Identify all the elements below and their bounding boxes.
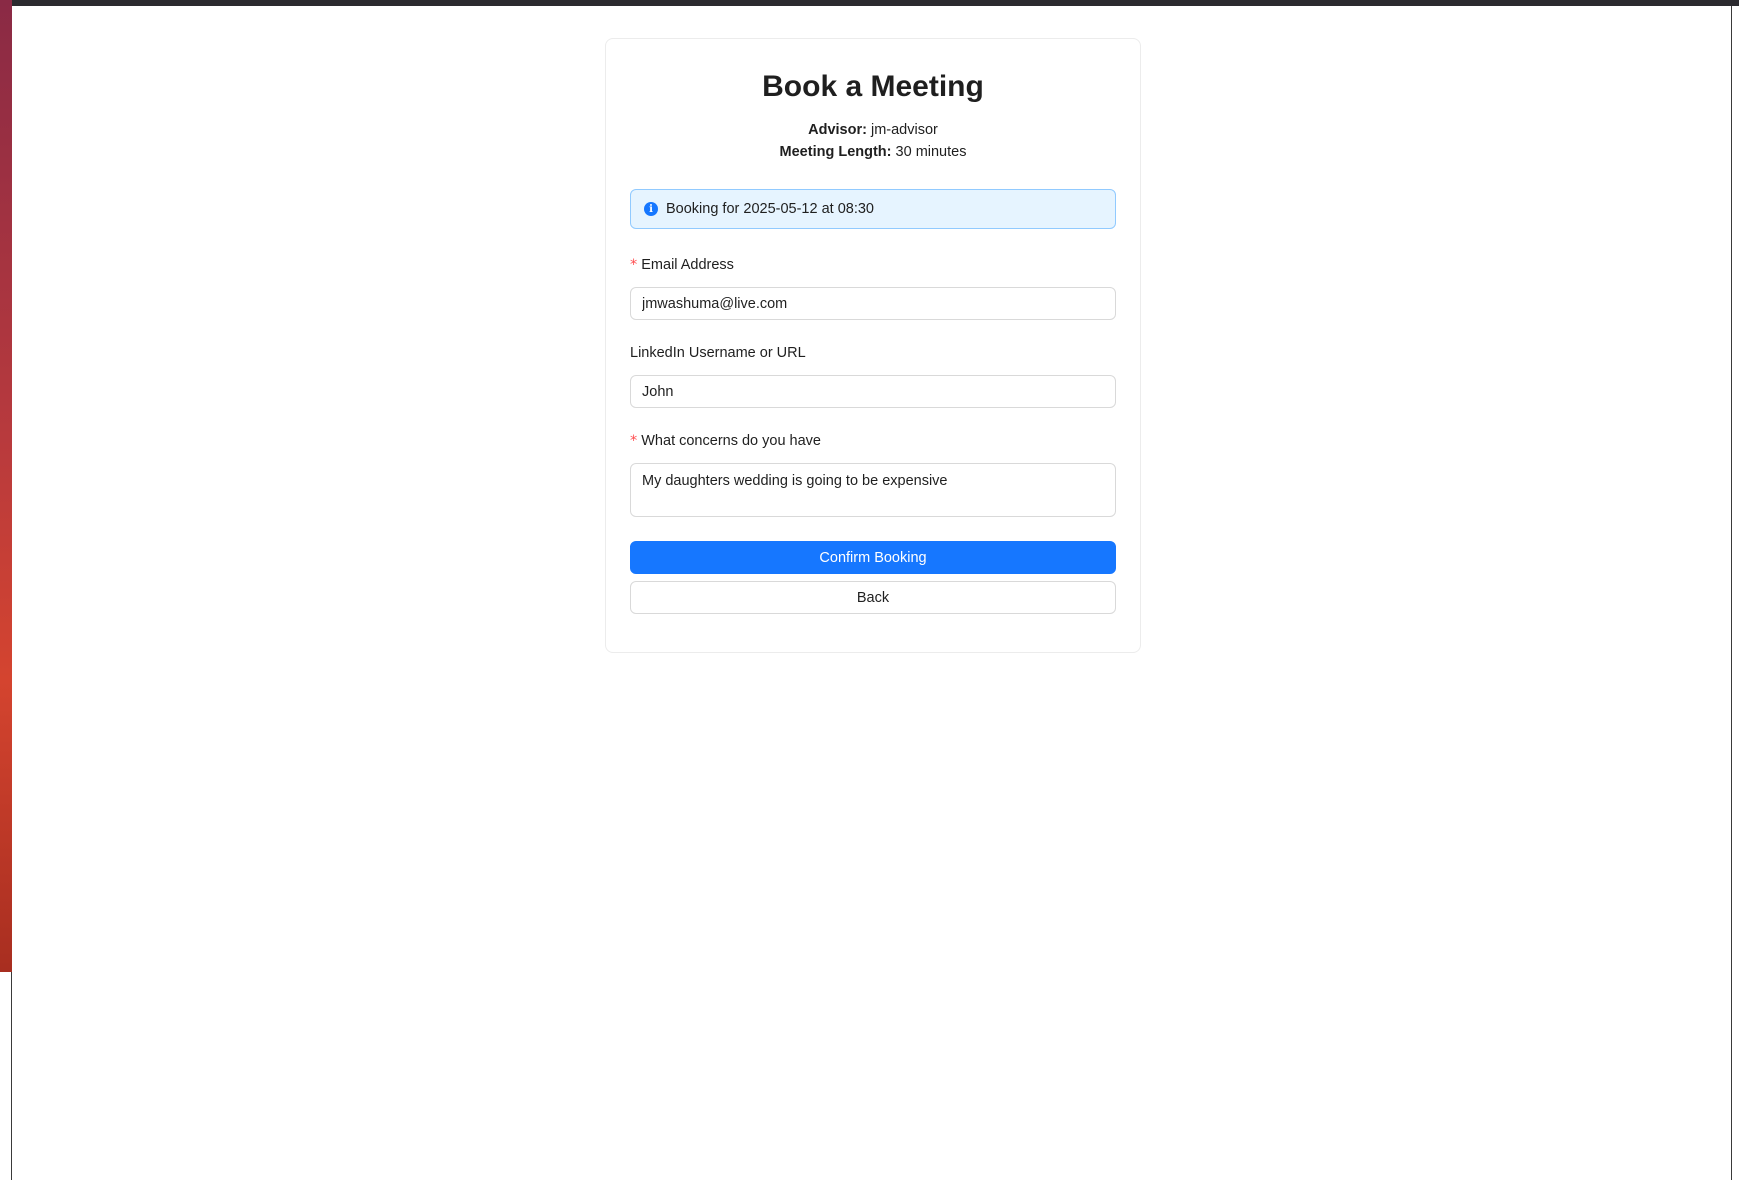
page-title: Book a Meeting <box>762 70 984 103</box>
advisor-label: Advisor: <box>808 122 867 138</box>
info-icon: i <box>644 202 658 216</box>
meeting-length-label: Meeting Length: <box>779 144 892 160</box>
window-right-border <box>1731 6 1732 1180</box>
required-mark: * <box>630 433 638 449</box>
desktop-edge-lower <box>0 972 12 1180</box>
meeting-length-line: Meeting Length: 30 minutes <box>630 141 1116 163</box>
email-field[interactable] <box>630 287 1116 320</box>
booking-info-alert: i Booking for 2025-05-12 at 08:30 <box>630 189 1116 229</box>
meeting-length-value: 30 minutes <box>895 144 967 160</box>
concerns-label: * What concerns do you have <box>630 433 821 449</box>
advisor-value: jm-advisor <box>870 122 938 138</box>
advisor-line: Advisor: jm-advisor <box>630 119 1116 141</box>
booking-info-text: Booking for 2025-05-12 at 08:30 <box>666 201 874 217</box>
required-mark: * <box>630 257 638 273</box>
browser-page: Book a Meeting Advisor: jm-advisor Meeti… <box>12 6 1731 1180</box>
linkedin-field[interactable] <box>630 375 1116 408</box>
email-label: * Email Address <box>630 257 734 273</box>
back-button[interactable]: Back <box>630 581 1116 614</box>
booking-card: Book a Meeting Advisor: jm-advisor Meeti… <box>605 38 1141 653</box>
concerns-textarea[interactable]: My daughters wedding is going to be expe… <box>630 463 1116 517</box>
desktop-wallpaper-edge <box>0 0 12 972</box>
confirm-booking-button[interactable]: Confirm Booking <box>630 541 1116 574</box>
linkedin-label: LinkedIn Username or URL <box>630 345 806 361</box>
